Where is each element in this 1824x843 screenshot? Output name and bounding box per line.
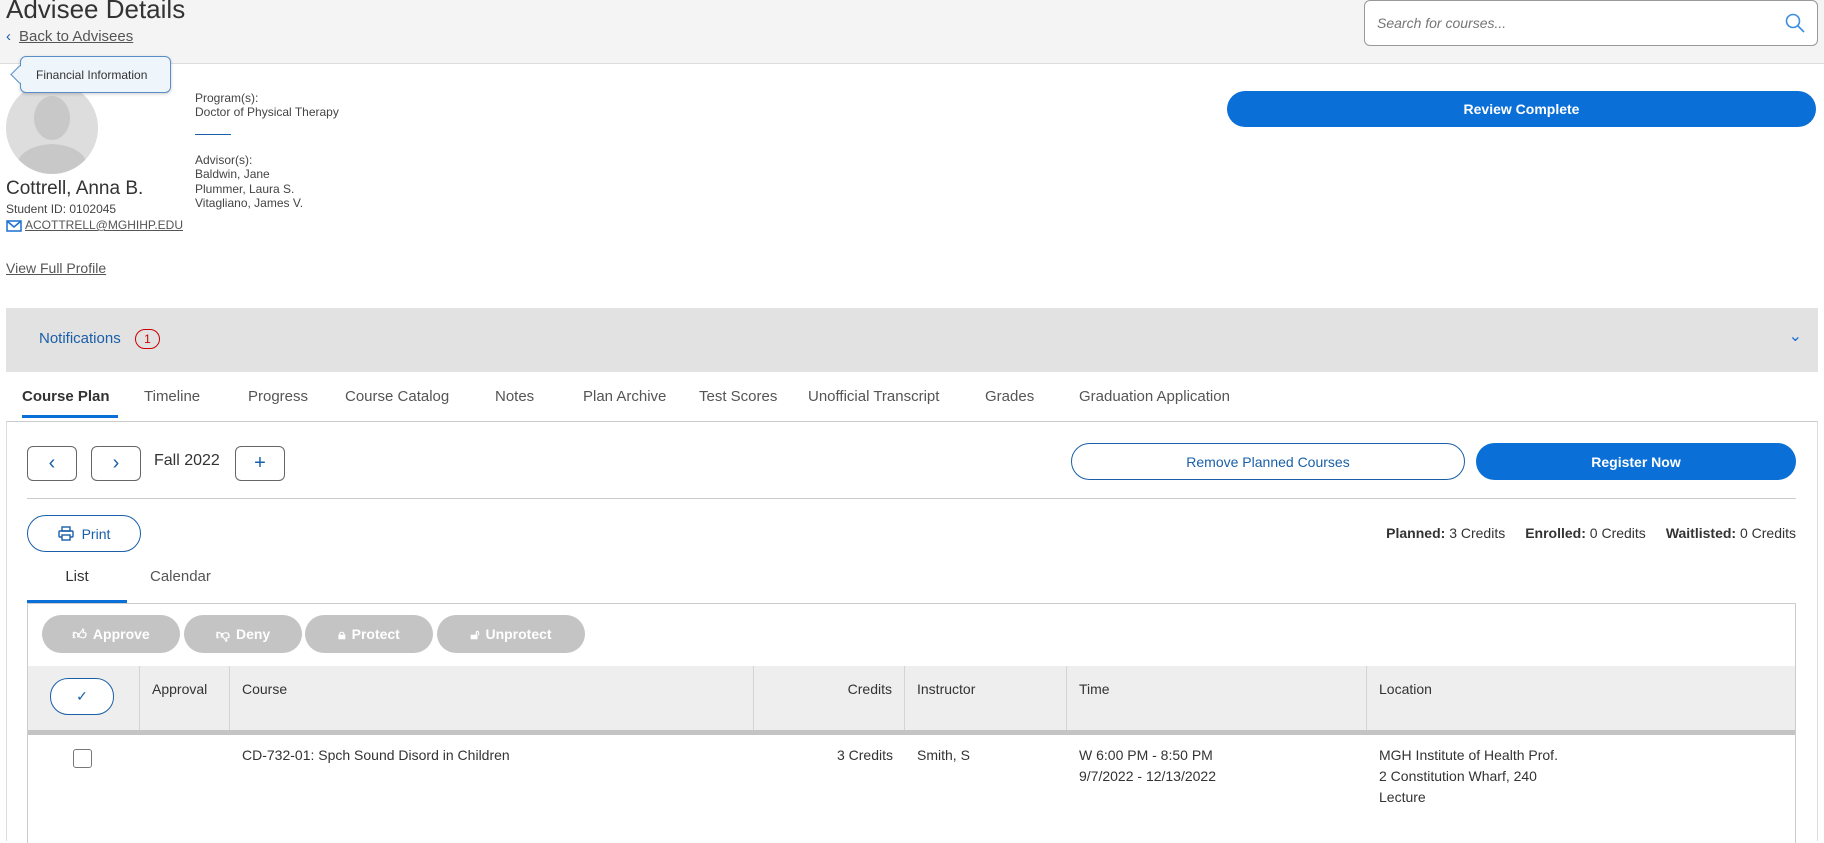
divider: [27, 498, 1796, 499]
column-header-course[interactable]: Course: [230, 666, 754, 730]
course-cell: CD-732-01: Spch Sound Disord in Children: [242, 747, 510, 763]
tab-course-plan[interactable]: Course Plan: [22, 388, 118, 418]
tab-course-catalog[interactable]: Course Catalog: [345, 388, 449, 405]
column-header-time[interactable]: Time: [1067, 666, 1367, 730]
advisor: Plummer, Laura S.: [195, 182, 295, 196]
notifications-count-badge: 1: [135, 329, 160, 349]
location-line: MGH Institute of Health Prof.: [1379, 747, 1558, 763]
program-value: Doctor of Physical Therapy: [195, 105, 339, 119]
table-row: CD-732-01: Spch Sound Disord in Children…: [28, 735, 1795, 839]
tab-progress[interactable]: Progress: [248, 388, 308, 405]
tab-timeline[interactable]: Timeline: [144, 388, 200, 405]
column-header-credits[interactable]: Credits: [754, 666, 905, 730]
remove-planned-courses-button[interactable]: Remove Planned Courses: [1071, 443, 1465, 480]
view-full-profile-link[interactable]: View Full Profile: [6, 260, 106, 276]
back-to-advisees-link[interactable]: ‹ Back to Advisees: [6, 28, 133, 45]
advisor: Vitagliano, James V.: [195, 196, 304, 210]
email-link[interactable]: ACOTTRELL@MGHIHP.EDU: [25, 218, 183, 233]
next-term-button[interactable]: ›: [91, 446, 141, 481]
credits-cell: 3 Credits: [836, 747, 893, 763]
tab-test-scores[interactable]: Test Scores: [699, 388, 777, 405]
enrolled-label: Enrolled:: [1525, 525, 1586, 541]
term-label: Fall 2022: [154, 452, 220, 469]
select-all-cell: ✓: [28, 666, 140, 730]
chevron-right-icon: ›: [112, 452, 120, 474]
instructor-cell: Smith, S: [917, 747, 970, 763]
deny-button[interactable]: 👎︎ Deny: [184, 615, 302, 653]
printer-icon: [57, 526, 74, 541]
waitlisted-credits: 0 Credits: [1739, 525, 1796, 541]
page-title: Advisee Details: [6, 0, 186, 24]
planned-credits: 3 Credits: [1449, 525, 1506, 541]
chevron-left-icon: ‹: [6, 28, 11, 45]
lock-icon: 🔒︎: [338, 625, 346, 642]
tab-bar: Course Plan Timeline Progress Course Cat…: [6, 380, 1818, 422]
tab-plan-archive[interactable]: Plan Archive: [583, 388, 666, 405]
protect-button[interactable]: 🔒︎ Protect: [305, 615, 433, 653]
envelope-icon: [6, 219, 22, 232]
plus-icon: +: [254, 452, 266, 474]
thumbs-down-icon: 👎︎: [215, 625, 230, 642]
enrolled-credits: 0 Credits: [1589, 525, 1646, 541]
search-input[interactable]: [1365, 1, 1765, 45]
row-checkbox[interactable]: [73, 749, 92, 768]
column-header-approval[interactable]: Approval: [140, 666, 230, 730]
meeting-time: W 6:00 PM - 8:50 PM: [1079, 747, 1213, 763]
select-all-checkbox[interactable]: ✓: [50, 678, 114, 715]
student-name: Cottrell, Anna B.: [6, 178, 144, 199]
previous-term-button[interactable]: ‹: [27, 446, 77, 481]
programs-label: Program(s):: [195, 91, 259, 105]
notifications-bar[interactable]: Notifications 1 ⌄: [6, 308, 1818, 372]
waitlisted-label: Waitlisted:: [1665, 525, 1737, 541]
unlock-icon: 🔓︎: [470, 625, 480, 642]
advisor: Baldwin, Jane: [195, 167, 270, 181]
search-icon[interactable]: [1785, 13, 1805, 33]
review-complete-button[interactable]: Review Complete: [1227, 91, 1816, 127]
unprotect-button[interactable]: 🔓︎ Unprotect: [437, 615, 585, 653]
approval-cell: [140, 735, 164, 755]
planned-label: Planned:: [1386, 525, 1446, 541]
approve-button[interactable]: 👍︎ Approve: [42, 615, 180, 653]
time-cell: W 6:00 PM - 8:50 PM 9/7/2022 - 12/13/2022: [1067, 735, 1228, 797]
divider: [195, 134, 231, 135]
thumbs-up-icon: 👍︎: [72, 625, 87, 642]
tab-unofficial-transcript[interactable]: Unofficial Transcript: [808, 388, 939, 405]
advisors-label: Advisor(s):: [195, 153, 253, 167]
chevron-left-icon: ‹: [48, 452, 56, 474]
notifications-label: Notifications: [39, 330, 121, 347]
register-now-button[interactable]: Register Now: [1476, 443, 1796, 480]
table-header: ✓ Approval Course Credits Instructor Tim…: [28, 666, 1795, 735]
column-header-instructor[interactable]: Instructor: [905, 666, 1067, 730]
add-term-button[interactable]: +: [235, 446, 285, 481]
location-line: Lecture: [1379, 789, 1426, 805]
column-header-location[interactable]: Location: [1367, 666, 1795, 730]
print-button[interactable]: Print: [27, 515, 141, 552]
credits-summary: Planned: 3 Credits Enrolled: 0 Credits W…: [1386, 525, 1796, 541]
location-cell: MGH Institute of Health Prof. 2 Constitut…: [1367, 735, 1570, 818]
financial-information-tooltip[interactable]: Financial Information: [20, 56, 171, 93]
location-line: 2 Constitution Wharf, 240: [1379, 768, 1537, 784]
date-range: 9/7/2022 - 12/13/2022: [1079, 768, 1217, 784]
email-link-row: ACOTTRELL@MGHIHP.EDU: [6, 218, 183, 233]
chevron-down-icon: ⌄: [1788, 328, 1802, 345]
tab-graduation-application[interactable]: Graduation Application: [1079, 388, 1230, 405]
student-id: Student ID: 0102045: [6, 202, 117, 216]
avatar: [6, 82, 98, 174]
view-tab-calendar[interactable]: Calendar: [150, 568, 211, 585]
tab-notes[interactable]: Notes: [495, 388, 534, 405]
course-search: [1364, 0, 1818, 46]
tab-grades[interactable]: Grades: [985, 388, 1034, 405]
view-tab-list[interactable]: List: [27, 568, 127, 603]
